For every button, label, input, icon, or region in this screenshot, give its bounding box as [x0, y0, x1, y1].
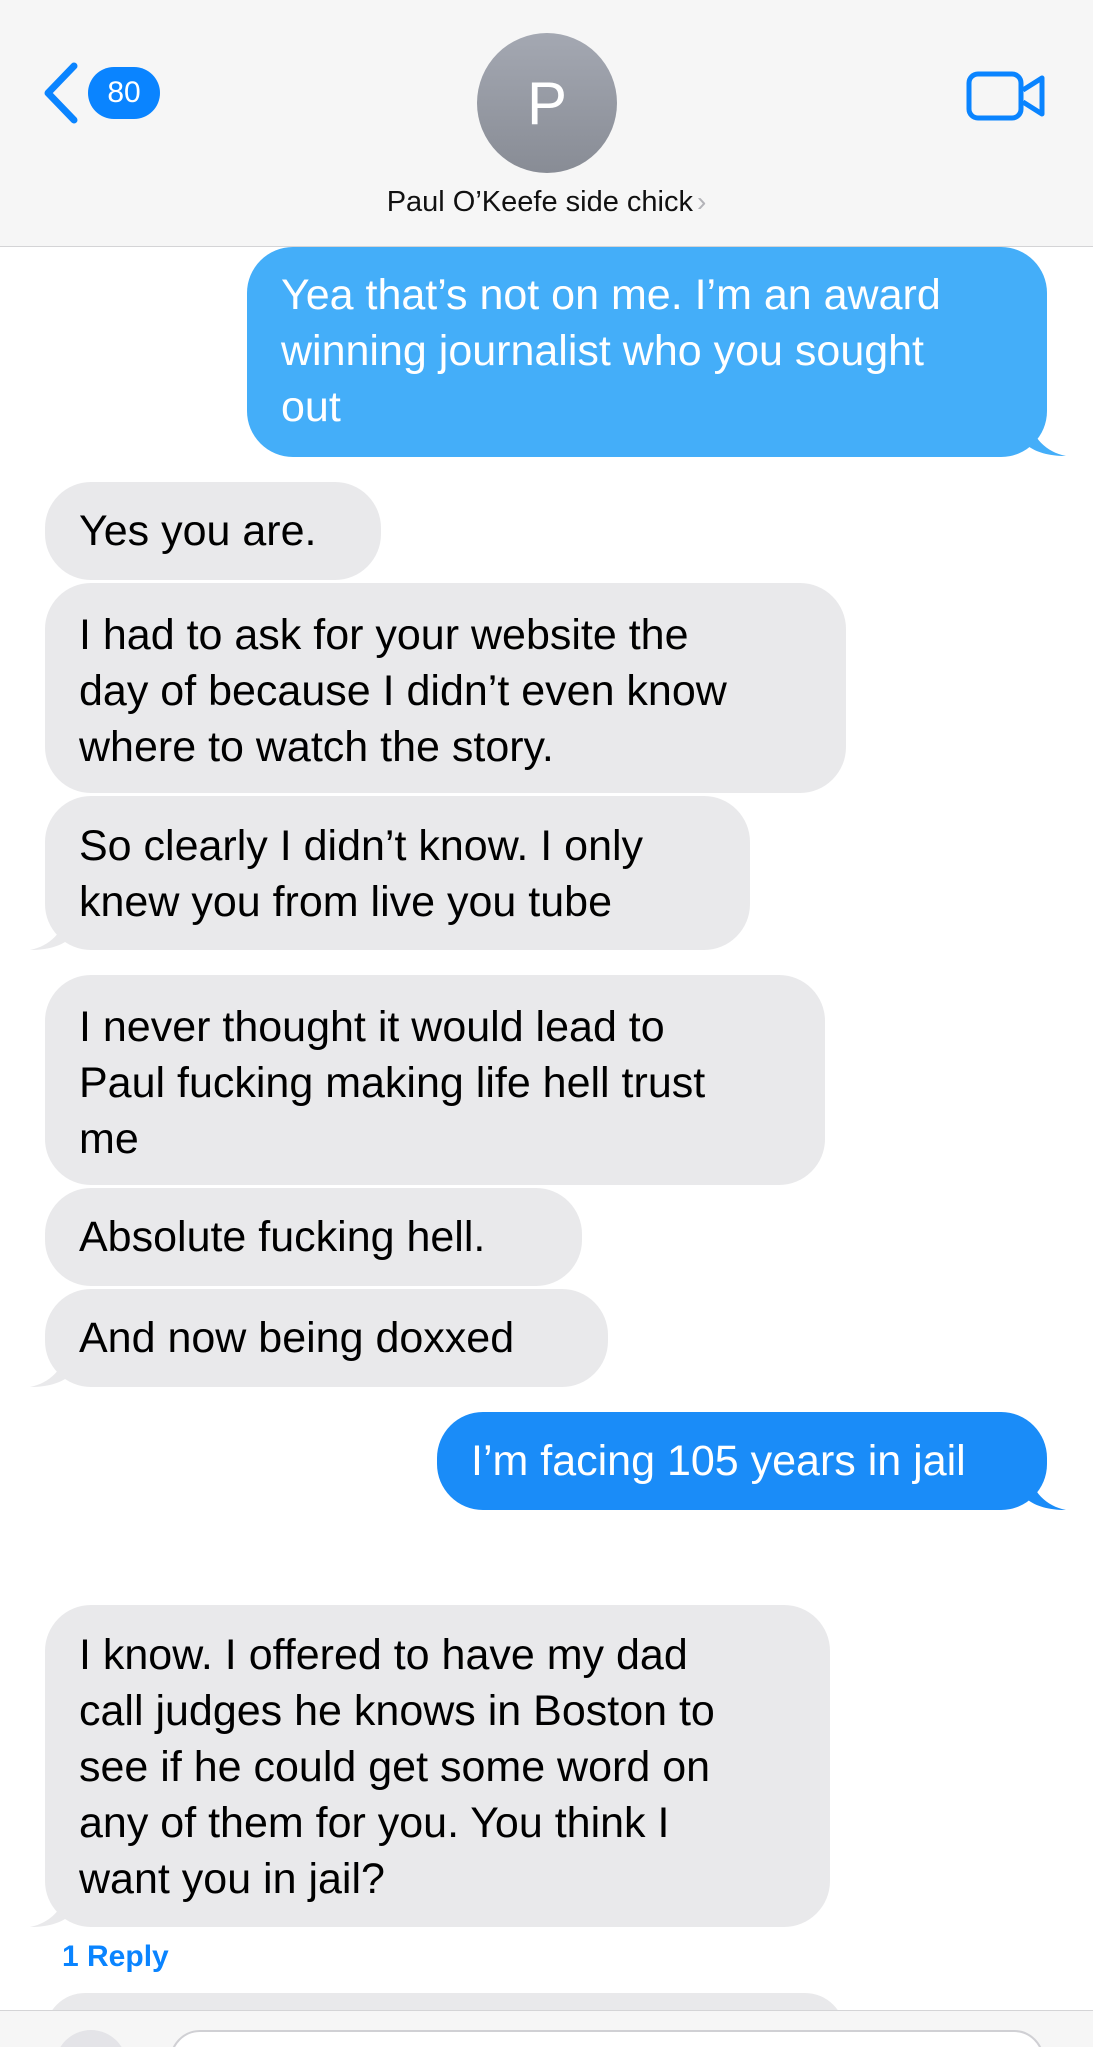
unread-count-badge: 80 [88, 67, 160, 119]
message-bubble-incoming[interactable]: So clearly I didn’t know. I only knew yo… [45, 796, 750, 950]
thread-reply-link[interactable]: 1 Reply [62, 1940, 169, 1974]
bubble-tail [1028, 416, 1066, 456]
message-bubble-outgoing[interactable]: I’m facing 105 years in jail [437, 1412, 1047, 1510]
message-input[interactable] [170, 2030, 1044, 2047]
bubble-tail [30, 1347, 68, 1387]
message-bubble-incoming[interactable]: I know. I offered to have my dad call ju… [45, 1605, 830, 1927]
messages-screen: 80 P Paul O’Keefe side chick › Yea that’s… [0, 0, 1093, 2047]
message-bubble-incoming[interactable]: And now being doxxed [45, 1289, 608, 1387]
message-bubble-incoming[interactable]: I had to ask for your website the day of… [45, 583, 846, 793]
message-bubble-incoming[interactable]: I never thought it would lead to Paul fu… [45, 975, 825, 1185]
conversation-header: 80 P Paul O’Keefe side chick › [0, 0, 1093, 247]
bubble-tail [30, 1887, 68, 1927]
avatar[interactable]: P [477, 33, 617, 173]
message-bubble-incoming[interactable]: Absolute fucking hell. [45, 1188, 582, 1286]
contact-name: Paul O’Keefe side chick [386, 186, 693, 218]
message-bubble-incoming[interactable]: Yes you are. [45, 482, 381, 580]
video-camera-icon[interactable] [966, 70, 1046, 127]
bubble-tail [1028, 1470, 1066, 1510]
bubble-tail [30, 910, 68, 950]
message-bubble-outgoing[interactable]: Yea that’s not on me. I’m an award winni… [247, 247, 1047, 457]
chevron-left-icon [40, 62, 80, 124]
back-button[interactable]: 80 [40, 62, 160, 124]
chevron-right-icon: › [696, 186, 707, 217]
contact-name-button[interactable]: Paul O’Keefe side chick › [0, 186, 1093, 219]
